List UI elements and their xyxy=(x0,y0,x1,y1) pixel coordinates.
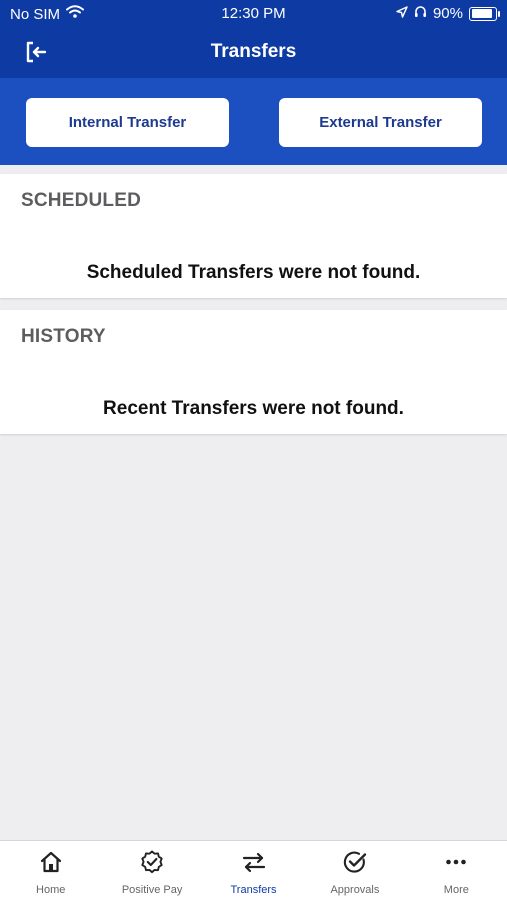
location-icon xyxy=(396,5,408,22)
tab-approvals-label: Approvals xyxy=(330,884,380,896)
tab-positive-pay[interactable]: Positive Pay xyxy=(101,841,202,901)
status-right: 90% xyxy=(396,5,500,22)
more-icon xyxy=(443,849,469,880)
nav-bar: Transfers xyxy=(0,30,507,78)
history-header: HISTORY xyxy=(21,326,106,347)
transfer-button-band: Internal Transfer External Transfer xyxy=(0,78,507,165)
history-empty-message: Recent Transfers were not found. xyxy=(103,398,404,419)
internal-transfer-button[interactable]: Internal Transfer xyxy=(26,98,229,147)
tab-transfers[interactable]: Transfers xyxy=(203,841,304,901)
scheduled-header: SCHEDULED xyxy=(21,190,142,211)
transfer-arrows-icon xyxy=(241,849,267,880)
external-transfer-button[interactable]: External Transfer xyxy=(279,98,482,147)
tab-positive-pay-label: Positive Pay xyxy=(121,884,183,896)
tab-transfers-label: Transfers xyxy=(230,884,277,896)
check-circle-icon xyxy=(342,849,368,880)
badge-check-icon xyxy=(139,849,165,880)
tab-home-label: Home xyxy=(36,884,66,896)
battery-percent: 90% xyxy=(432,5,463,22)
scheduled-empty-message: Scheduled Transfers were not found. xyxy=(86,262,421,283)
tab-more-label: More xyxy=(443,884,469,896)
home-icon xyxy=(38,849,64,880)
tab-more[interactable]: More xyxy=(406,841,507,901)
tab-approvals[interactable]: Approvals xyxy=(304,841,405,901)
page-title: Transfers xyxy=(210,41,297,62)
tab-home[interactable]: Home xyxy=(0,841,101,901)
status-bar: No SIM 12:30 PM 90% xyxy=(0,0,507,30)
history-section: HISTORY Recent Transfers were not found. xyxy=(0,310,507,434)
battery-icon xyxy=(469,6,500,21)
tab-bar: Home Positive Pay Transfers Approvals Mo… xyxy=(0,840,507,901)
headphones-icon xyxy=(414,5,427,22)
scheduled-section: SCHEDULED Scheduled Transfers were not f… xyxy=(0,174,507,298)
